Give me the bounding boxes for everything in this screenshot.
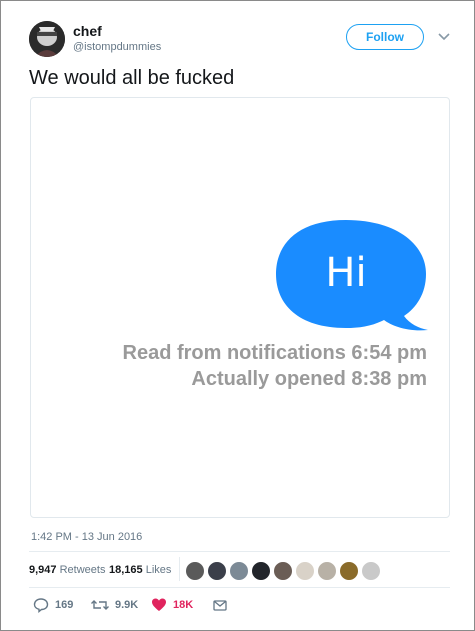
retweets-count: 9,947 xyxy=(29,564,57,576)
reply-count: 169 xyxy=(55,599,74,611)
tweet-actions: 169 9.9K 18K xyxy=(29,597,450,617)
liker-avatar[interactable] xyxy=(229,561,249,581)
retweet-icon xyxy=(91,600,109,610)
chevron-down-icon[interactable] xyxy=(437,29,451,43)
retweet-action[interactable]: 9.9K xyxy=(91,597,138,613)
divider xyxy=(29,551,450,552)
liker-avatar[interactable] xyxy=(273,561,293,581)
read-receipt-line-1: Read from notifications 6:54 pm xyxy=(122,342,428,364)
read-receipt-line-2: Actually opened 8:38 pm xyxy=(191,368,427,390)
user-handle[interactable]: @istompdummies xyxy=(73,41,161,53)
envelope-icon xyxy=(213,600,227,611)
direct-message-action[interactable] xyxy=(213,597,227,613)
tweet-media-image[interactable]: Hi Read from notifications 6:54 pm Actua… xyxy=(30,97,450,518)
retweets-label: Retweets xyxy=(59,564,106,576)
likes-label: Likes xyxy=(145,564,172,576)
liker-avatar[interactable] xyxy=(361,561,381,581)
heart-icon xyxy=(152,598,166,611)
likes-count: 18,165 xyxy=(109,564,143,576)
engagement-stats: 9,947 Retweets 18,165 Likes xyxy=(29,557,450,583)
tweet-card: chef @istompdummies Follow We would all … xyxy=(0,0,475,631)
reply-action[interactable]: 169 xyxy=(33,597,73,613)
liker-avatar[interactable] xyxy=(207,561,227,581)
liker-avatar[interactable] xyxy=(295,561,315,581)
stats-divider xyxy=(179,557,180,581)
retweet-count: 9.9K xyxy=(115,599,139,611)
divider xyxy=(29,587,450,588)
like-count: 18K xyxy=(173,599,194,611)
retweets-stat[interactable]: 9,947 Retweets xyxy=(29,564,105,576)
follow-button[interactable]: Follow xyxy=(346,24,424,50)
avatar-image-icon xyxy=(29,21,65,57)
liker-avatar[interactable] xyxy=(251,561,271,581)
liker-avatar[interactable] xyxy=(185,561,205,581)
liker-avatar[interactable] xyxy=(339,561,359,581)
avatar[interactable] xyxy=(29,21,65,57)
like-action[interactable]: 18K xyxy=(151,597,193,613)
reply-icon xyxy=(33,598,49,613)
tweet-header: chef @istompdummies Follow xyxy=(29,19,454,59)
tweet-timestamp[interactable]: 1:42 PM - 13 Jun 2016 xyxy=(31,531,142,543)
user-display-name[interactable]: chef xyxy=(73,23,102,39)
liker-avatar[interactable] xyxy=(317,561,337,581)
message-bubble-text: Hi xyxy=(325,250,367,296)
tweet-text: We would all be fucked xyxy=(29,67,235,89)
likes-stat[interactable]: 18,165 Likes xyxy=(109,564,171,576)
